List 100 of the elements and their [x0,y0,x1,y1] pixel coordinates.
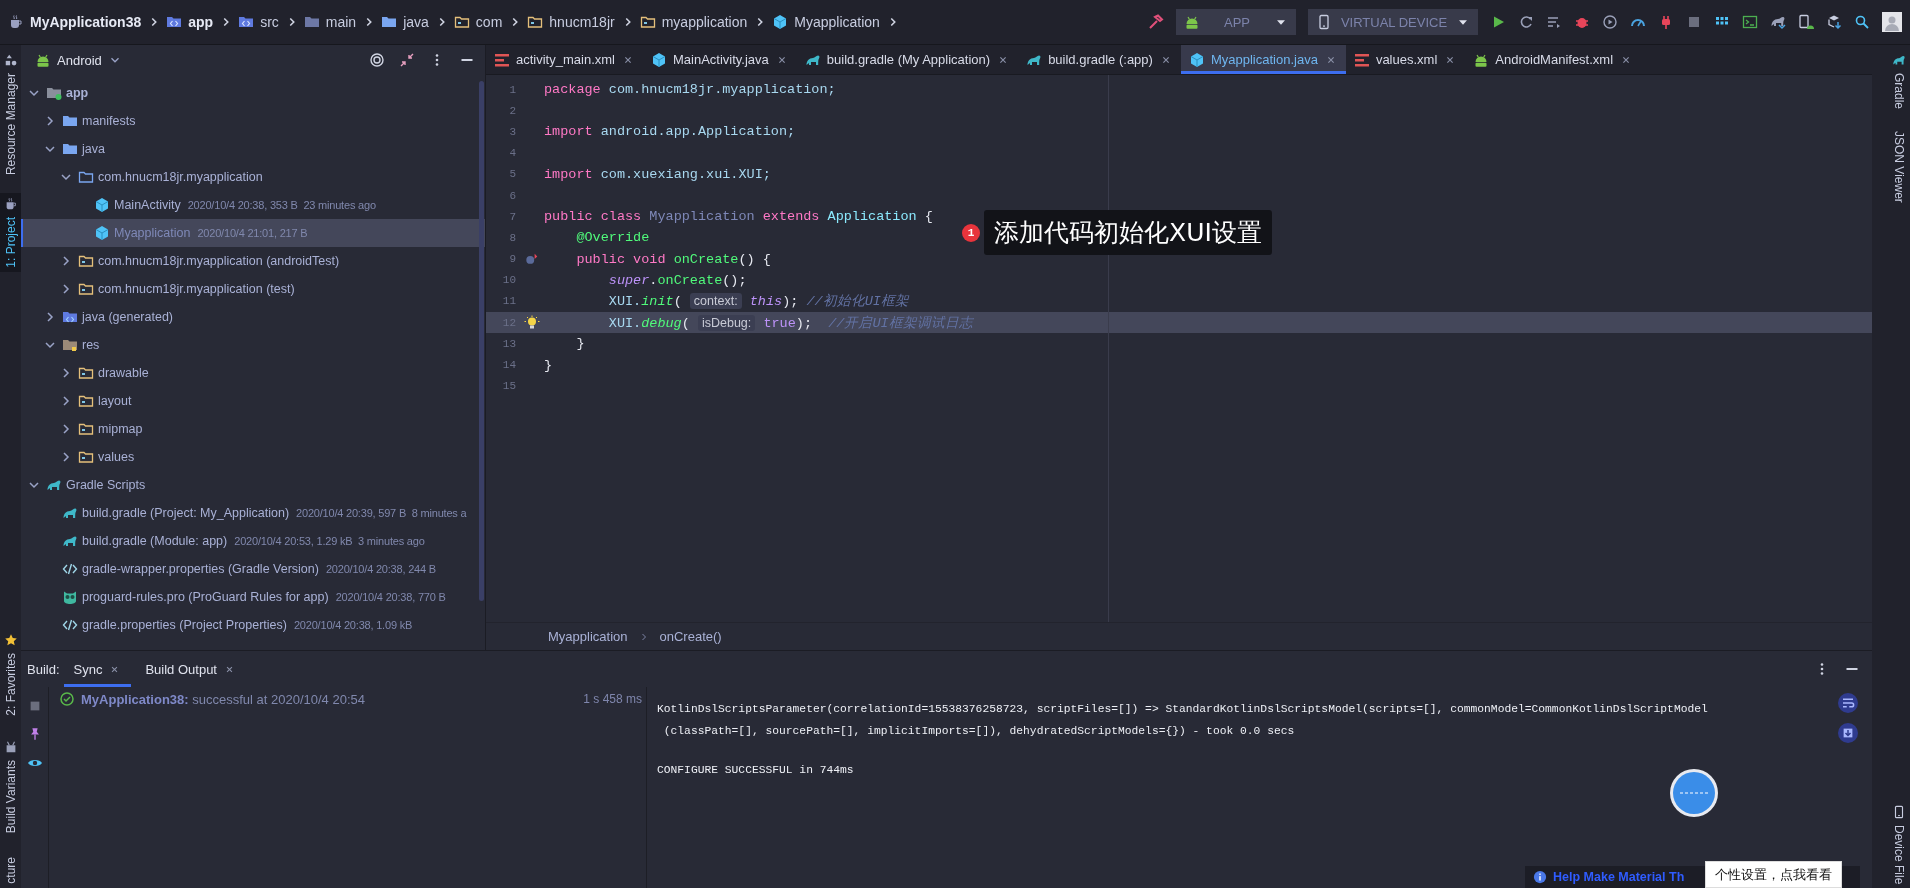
editor-tab[interactable]: Myapplication.java [1180,45,1346,74]
file-info: 2020/10/4 20:39, 597 B 8 minutes a [296,507,467,519]
tree-item[interactable]: com.hnucm18jr.myapplication (test) [21,275,485,303]
breadcrumb-item[interactable]: app [188,14,214,30]
lightbulb-icon[interactable] [524,314,540,331]
file-name: java (generated) [82,310,174,324]
file-name: proguard-rules.pro (ProGuard Rules for app) [82,590,329,604]
tree-item[interactable]: build.gradle (Module: app) 2020/10/4 20:53, 1.29 kB 3 minutes ago [21,527,485,555]
tool-window-tab[interactable]: Build Variants [3,760,18,834]
breadcrumb-item[interactable]: onCreate() [659,629,722,644]
scrollbar[interactable] [479,81,484,601]
tree-item[interactable]: gradle-wrapper.properties (Gradle Version) 2020/10/4 20:38, 244 B [21,555,485,583]
attach-icon[interactable] [1602,14,1618,30]
scroll-end-icon[interactable] [1838,723,1858,743]
tree-item[interactable]: proguard-rules.pro (ProGuard Rules for app) 2020/10/4 20:38, 770 B [21,583,485,611]
console-line: (classPath=[], sourcePath=[], implicitImports=[]), dehydratedScriptModels={}) - took 0.0 secs [662,723,1295,739]
code-line: import android.app.Application; [544,124,796,140]
editor-tab[interactable]: build.gradle (My Application) [796,45,1019,74]
package-folder-icon [78,421,94,437]
editor-tab[interactable]: build.gradle (:app) [1018,45,1181,74]
tree-item[interactable]: manifests [21,107,485,135]
cup-icon [8,14,24,30]
breadcrumb-item[interactable]: Myapplication [548,629,628,644]
panel-tab[interactable]: Sync [63,651,132,687]
breadcrumb-item[interactable]: Myapplication [794,14,880,30]
editor-tab[interactable]: AndroidManifest.xml [1465,45,1642,74]
file-info: 2020/10/4 20:38, 1.09 kB [293,619,413,631]
package-folder-icon [527,14,544,30]
tool-window-tab[interactable]: 2: Favorites [3,653,18,717]
file-info: 2020/10/4 20:38, 353 B 23 minutes ago [187,199,376,211]
line-number: 13 [501,337,517,350]
phone-icon [1316,14,1332,30]
package-folder-icon [78,449,94,465]
breadcrumb-item[interactable]: com [475,14,503,30]
breadcrumb-item[interactable]: myapplication [661,14,748,30]
hammer-icon[interactable] [1148,14,1164,30]
override-icon[interactable] [525,252,539,267]
sdk-icon[interactable] [1826,14,1842,30]
stop-icon[interactable] [1686,14,1702,30]
file-name: mipmap [98,422,143,436]
panel-tab[interactable]: Build Output [135,651,246,687]
tree-item[interactable]: MainActivity 2020/10/4 20:38, 353 B 23 minutes ago [21,191,485,219]
tooltip: 个性设置，点我看看 [1705,861,1842,888]
folder-icon [62,141,78,157]
code-line: XUI.debug( isDebug: true); //开启UI框架调试日志 [607,313,973,332]
shapes-icon [3,53,18,67]
panel-title: Build: [27,661,60,677]
tree-item[interactable]: res [21,331,485,359]
breadcrumb-item[interactable]: MyApplication38 [30,14,142,30]
bars-icon [494,51,510,68]
class-icon [94,225,110,241]
floating-widget-icon[interactable] [1669,768,1719,818]
file-info: 2020/10/4 20:38, 244 B [325,563,436,575]
tool-window-tab[interactable]: JSON Viewer [1892,131,1906,203]
line-number: 1 [508,83,517,96]
tree-item[interactable]: mipmap [21,415,485,443]
device-manager-icon[interactable] [1798,14,1814,30]
star-icon [3,633,18,648]
breadcrumb-item[interactable]: main [325,14,357,30]
package-folder-icon [453,14,470,30]
tree-item[interactable]: java [21,135,485,163]
line-number: 2 [508,104,517,117]
tree-item[interactable]: java (generated) [21,303,485,331]
tool-window-tab[interactable]: Resource Manager [3,73,18,176]
breadcrumb-item[interactable]: java [403,14,429,30]
tree-item[interactable]: values [21,443,485,471]
list-icon[interactable] [1546,14,1562,30]
breadcrumb-item[interactable]: src [260,14,279,30]
view-dropdown[interactable]: Android [35,52,122,68]
resource-folder-icon [62,337,78,353]
sync-icon[interactable] [1770,14,1786,30]
breadcrumb-item[interactable]: hnucm18jr [549,14,615,30]
tree-item[interactable]: app [21,79,485,107]
file-name: build.gradle (Project: My_Application) [82,506,290,520]
editor-tab[interactable]: MainActivity.java [642,45,797,74]
code-line: @Override [575,230,650,246]
tree-item[interactable]: com.hnucm18jr.myapplication [21,163,485,191]
line-number: 10 [501,274,517,287]
target-icon[interactable] [369,52,385,68]
tool-window-tab[interactable]: Device File [1892,824,1906,884]
search-icon[interactable] [1854,14,1870,30]
tree-item[interactable]: com.hnucm18jr.myapplication (androidTest) [21,247,485,275]
class-icon [94,197,110,213]
tool-window-tab[interactable]: Gradle [1892,73,1906,110]
tree-item[interactable]: layout [21,387,485,415]
sync-result[interactable]: MyApplication38: successful at 2020/10/4 20:54 [81,691,365,707]
tree-item[interactable]: drawable [21,359,485,387]
editor-tab[interactable]: activity_main.xml [486,45,643,74]
tool-window-tab[interactable]: cture [3,857,18,884]
file-name: java [82,142,105,156]
terminal-icon[interactable] [1742,14,1758,30]
collapse-icon[interactable] [399,52,415,68]
tree-item[interactable]: build.gradle (Project: My_Application) 2020/10/4 20:39, 597 B 8 minutes a [21,499,485,527]
tree-item[interactable]: gradle.properties (Project Properties) 2020/10/4 20:38, 1.09 kB [21,611,485,639]
rerun-icon[interactable] [1518,14,1534,30]
file-name: layout [98,394,132,408]
editor-tab[interactable]: values.xml [1345,45,1466,74]
code-folder-icon [238,14,255,30]
soft-wrap-icon[interactable] [1838,693,1858,713]
tree-item[interactable]: Gradle Scripts [21,471,485,499]
